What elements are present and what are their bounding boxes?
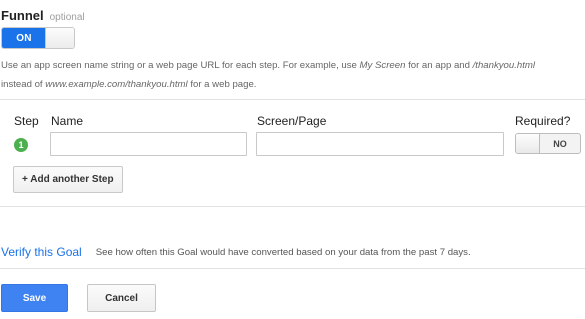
funnel-toggle-knob: [45, 28, 74, 48]
step-screen-page-input[interactable]: [256, 132, 504, 156]
help-example-app: My Screen: [359, 60, 406, 71]
help-text-part-3: instead of: [1, 79, 46, 90]
verify-goal-link[interactable]: Verify this Goal: [1, 245, 82, 259]
goal-setup-page: Funnel optional ON Use an app screen name…: [0, 0, 585, 319]
step-number-badge: 1: [14, 138, 28, 152]
funnel-steps-table: Step Name Screen/Page Required? 1 NO + A…: [0, 100, 585, 206]
step-required-toggle[interactable]: NO: [515, 133, 581, 154]
funnel-optional-label: optional: [49, 12, 85, 23]
funnel-help-text: Use an app screen name string or a web p…: [1, 56, 585, 94]
cancel-button[interactable]: Cancel: [87, 284, 156, 312]
column-header-screen-page: Screen/Page: [257, 114, 327, 128]
required-toggle-knob: [516, 134, 540, 153]
divider-bottom: [0, 268, 585, 269]
step-name-input[interactable]: [50, 132, 247, 156]
column-header-required: Required?: [515, 114, 571, 128]
help-text-part-2: for an app and: [405, 60, 473, 71]
help-text-part-4: for a web page.: [187, 79, 257, 90]
funnel-heading: Funnel optional: [1, 8, 85, 23]
funnel-toggle-on-label: ON: [2, 28, 46, 48]
column-header-name: Name: [51, 114, 84, 128]
help-example-url: www.example.com/thankyou.html: [45, 79, 188, 90]
required-toggle-label: NO: [553, 138, 567, 149]
help-text-part-1: Use an app screen name string or a web p…: [1, 60, 360, 71]
save-button[interactable]: Save: [1, 284, 68, 312]
funnel-title: Funnel: [1, 8, 44, 23]
funnel-toggle[interactable]: ON: [1, 27, 75, 49]
verify-goal-row: Verify this Goal See how often this Goal…: [0, 236, 585, 268]
column-header-step: Step: [14, 114, 39, 128]
divider-middle: [0, 206, 585, 207]
verify-goal-description: See how often this Goal would have conve…: [95, 246, 471, 258]
help-example-path: /thankyou.html: [472, 60, 536, 71]
add-another-step-button[interactable]: + Add another Step: [13, 166, 123, 193]
